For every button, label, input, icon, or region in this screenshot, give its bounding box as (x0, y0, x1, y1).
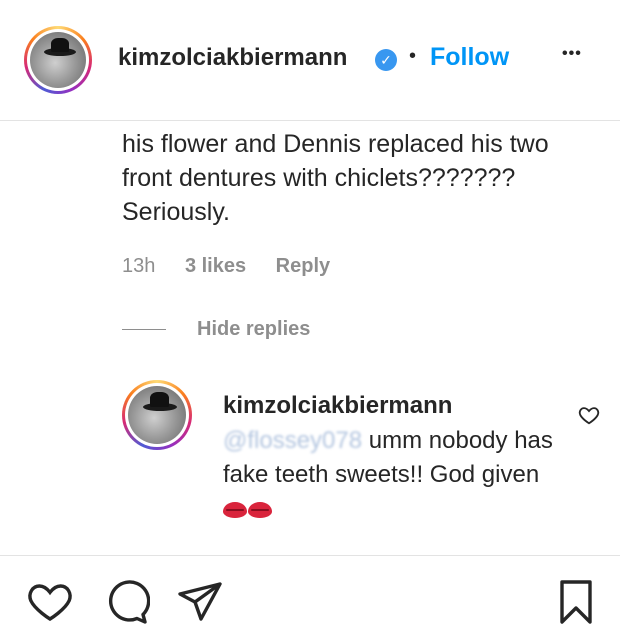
hide-replies-button[interactable]: Hide replies (197, 318, 310, 341)
comment-meta: 13h 3 likes Reply (122, 255, 354, 278)
reply-username[interactable]: kimzolciakbiermann (223, 392, 452, 420)
reply-text-line1: umm nobody (368, 427, 508, 454)
comment-icon[interactable] (102, 578, 150, 626)
header-username[interactable]: kimzolciakbiermann (118, 44, 347, 72)
kiss-mark-emoji (223, 499, 273, 521)
reply-mention[interactable]: @flossey078 (223, 427, 362, 454)
reply-like-heart-icon[interactable] (578, 404, 600, 426)
more-options-icon[interactable]: ••• (562, 45, 582, 63)
comment-text: his flower and Dennis replaced his two f… (122, 130, 549, 226)
follow-button[interactable]: Follow (430, 43, 509, 72)
comment-likes-link[interactable]: 3 likes (185, 255, 246, 277)
bookmark-icon[interactable] (552, 578, 600, 626)
post-header: kimzolciakbiermann ✓ • Follow ••• (0, 0, 620, 121)
avatar[interactable] (24, 26, 92, 94)
actions-divider (0, 555, 620, 556)
reply-button[interactable]: Reply (276, 255, 330, 277)
heart-icon[interactable] (26, 578, 74, 626)
share-icon[interactable] (176, 578, 224, 626)
verified-badge-icon: ✓ (375, 49, 397, 71)
replies-divider-line (122, 329, 166, 330)
reply-avatar[interactable] (122, 380, 192, 450)
comment-timestamp: 13h (122, 255, 156, 277)
reply-text: @flossey078 umm nobody has fake teeth sw… (223, 424, 553, 526)
separator-dot: • (409, 45, 417, 67)
